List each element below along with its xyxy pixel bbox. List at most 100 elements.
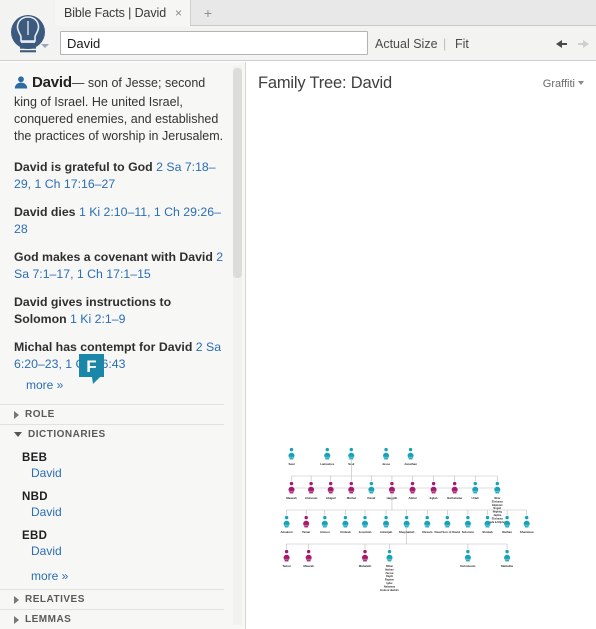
section-relatives[interactable]: RELATIVES [0, 589, 224, 609]
tab-bible-facts-david[interactable]: Bible Facts | David × [55, 0, 191, 26]
person-name: David [32, 74, 72, 91]
dictionary-entry-link[interactable]: David [31, 505, 224, 519]
svg-text:Solomon: Solomon [462, 530, 475, 534]
info-panel: David— son of Jesse; second king of Isra… [0, 62, 246, 629]
tree-node: David [367, 481, 376, 500]
facts-more-link[interactable]: more » [26, 378, 224, 392]
svg-text:Jesse: Jesse [382, 462, 390, 466]
tree-node: Mattatha [501, 549, 513, 568]
svg-text:Rehoboam: Rehoboam [460, 564, 475, 568]
svg-text:Saul: Saul [288, 462, 294, 466]
tree-node: Saul [288, 447, 295, 466]
svg-text:David: David [367, 496, 375, 500]
fact-label: Michal has contempt for David [14, 340, 193, 354]
section-title: ROLE [25, 409, 55, 420]
dictionary-item: BEB David [22, 452, 224, 480]
tree-node: Rehoboam [460, 549, 476, 568]
dictionary-item: EBD David [22, 530, 224, 558]
tab-bar: Bible Facts | David × + [0, 0, 596, 26]
fit-button[interactable]: Fit [455, 37, 469, 51]
fact-item[interactable]: David is grateful to God 2 Sa 7:18–29, 1… [14, 159, 224, 192]
svg-text:Lamashes: Lamashes [320, 462, 335, 466]
toolbar: Actual Size | Fit [0, 15, 596, 61]
new-tab-button[interactable]: + [196, 0, 220, 26]
family-tree-diagram[interactable]: SaulLamashesSaulJesseJonathanMaacahAhino… [247, 62, 596, 629]
chevron-down-icon [14, 432, 22, 437]
svg-text:Jonathan: Jonathan [404, 462, 417, 466]
factbook-window: Bible Facts | David × + Actual Size | Fi… [0, 0, 596, 629]
tree-node: Tamar [282, 549, 292, 568]
section-title: RELATIVES [25, 594, 85, 605]
tree-node: Bathsheba [447, 481, 462, 500]
tree-node: Abital [409, 481, 417, 500]
tree-node: BittanNathanZaccurRaphiRephenIgdarNahama… [380, 549, 400, 592]
fact-item[interactable]: David gives instructions to Solomon 1 Ki… [14, 294, 224, 327]
fact-label: God makes a covenant with David [14, 250, 213, 264]
lightbulb-icon[interactable] [6, 8, 50, 60]
svg-text:Tamar: Tamar [302, 530, 311, 534]
tree-node: Absalom [280, 515, 293, 534]
tree-node: Ithream [422, 515, 433, 534]
search-input[interactable] [60, 31, 368, 55]
svg-text:Amnon: Amnon [320, 530, 330, 534]
section-title: DICTIONARIES [28, 429, 106, 440]
fact-item[interactable]: God makes a covenant with David 2 Sa 7:1… [14, 249, 224, 282]
facts-list: David is grateful to God 2 Sa 7:18–29, 1… [14, 159, 224, 392]
section-lemmas[interactable]: LEMMAS [0, 609, 224, 629]
chevron-right-icon [14, 615, 19, 624]
svg-text:Absalom: Absalom [280, 530, 293, 534]
tree-node: Abigail [326, 481, 336, 500]
dictionary-entry-link[interactable]: David [31, 466, 224, 480]
actual-size-button[interactable]: Actual Size [375, 37, 438, 51]
svg-text:Mattatha: Mattatha [501, 564, 513, 568]
tree-node: Maacah [286, 481, 297, 500]
svg-text:Nathan: Nathan [502, 530, 512, 534]
tree-node: Michal [347, 481, 356, 500]
svg-text:Mahalath: Mahalath [359, 564, 372, 568]
person-headline: David— son of Jesse; second king of Isra… [14, 74, 224, 145]
tree-node: Solomon [462, 515, 475, 534]
svg-text:Tamar: Tamar [282, 564, 291, 568]
svg-text:Uriah: Uriah [472, 496, 480, 500]
svg-text:Michal: Michal [347, 496, 356, 500]
svg-text:Jeremiah: Jeremiah [359, 530, 372, 534]
toolbar-separator: | [443, 37, 447, 51]
tree-node: Jonathan [404, 447, 417, 466]
tree-node: Amnon [320, 515, 330, 534]
arrow-right-icon[interactable] [576, 37, 592, 51]
dictionary-abbr: EBD [22, 530, 48, 542]
tree-node: Jesse [382, 447, 390, 466]
tree-node: Lamashes [320, 447, 335, 466]
svg-text:Ahinoam: Ahinoam [305, 496, 318, 500]
tree-node: Ahinoam [305, 481, 318, 500]
chevron-down-icon[interactable] [41, 44, 49, 48]
info-panel-content: David— son of Jesse; second king of Isra… [0, 62, 245, 629]
fact-reference[interactable]: 1 Ki 2:1–9 [70, 312, 125, 326]
svg-text:Ithream: Ithream [422, 530, 433, 534]
person-icon [14, 76, 28, 94]
svg-text:Adonijah: Adonijah [380, 530, 393, 534]
svg-text:Eglah: Eglah [430, 496, 438, 500]
dictionary-entry-link[interactable]: David [31, 544, 224, 558]
svg-text:Abital: Abital [409, 496, 417, 500]
section-dictionaries[interactable]: DICTIONARIES [0, 424, 224, 444]
tree-node: Eglah [430, 481, 438, 500]
svg-text:Maacah: Maacah [286, 496, 297, 500]
svg-text:Dead Son of David: Dead Son of David [435, 530, 461, 534]
tree-node: Jeremiah [359, 515, 372, 534]
tree-node: Chileab [340, 515, 351, 534]
dictionary-abbr: NBD [22, 491, 48, 503]
section-role[interactable]: ROLE [0, 404, 224, 424]
dictionary-item: NBD David [22, 491, 224, 519]
svg-text:Shobab: Shobab [482, 530, 493, 534]
arrow-left-icon[interactable] [553, 37, 569, 51]
dictionary-abbr: BEB [22, 452, 48, 464]
svg-text:Chileab: Chileab [340, 530, 351, 534]
svg-text:Maacah: Maacah [303, 564, 314, 568]
fact-item[interactable]: Michal has contempt for David 2 Sa 6:20–… [14, 339, 224, 372]
close-icon[interactable]: × [173, 7, 184, 19]
fact-label: David dies [14, 205, 76, 219]
dictionaries-more-link[interactable]: more » [31, 569, 224, 583]
fact-label: David is grateful to God [14, 160, 153, 174]
fact-item[interactable]: David dies 1 Ki 2:10–11, 1 Ch 29:26–28 [14, 204, 224, 237]
